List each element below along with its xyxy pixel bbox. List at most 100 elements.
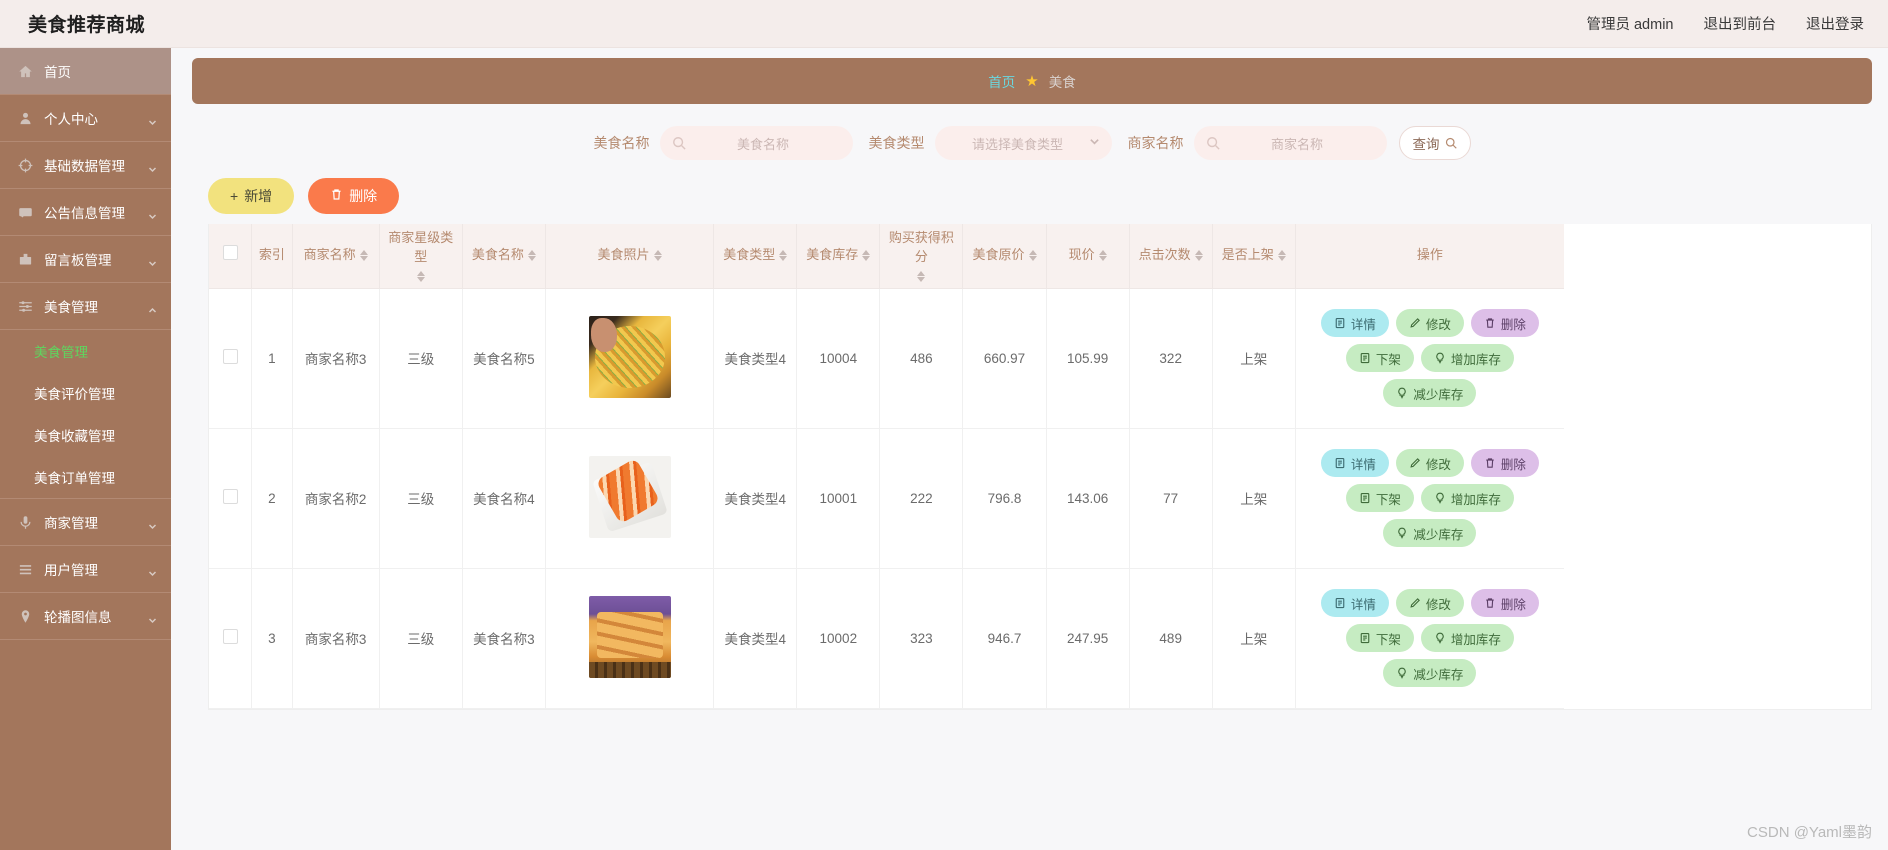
th-current-price[interactable]: 现价: [1046, 224, 1130, 289]
search-icon: [672, 136, 686, 150]
th-merchant-star-type[interactable]: 商家星级类型: [379, 224, 463, 289]
th-food-stock[interactable]: 美食库存: [796, 224, 881, 289]
row-op-3-button[interactable]: 删除: [1470, 449, 1539, 477]
logout-link[interactable]: 退出登录: [1806, 13, 1864, 34]
table-body: 1 商家名称3 三级 美食名称5 美食类型4 10004 486 660.97 105.99 32…: [209, 288, 1564, 709]
trash-icon: [330, 188, 343, 204]
sort-icon[interactable]: [527, 250, 536, 262]
sidebar-item-message-board[interactable]: 留言板管理: [0, 236, 171, 283]
add-button[interactable]: + 新增: [208, 178, 295, 214]
sort-icon[interactable]: [1028, 250, 1037, 262]
row-checkbox[interactable]: [222, 349, 238, 364]
row-checkbox[interactable]: [222, 489, 238, 504]
sidebar-subitem-food-management[interactable]: 美食管理: [0, 330, 171, 372]
row-op-4-button[interactable]: 下架: [1345, 344, 1414, 372]
row-op-3-button[interactable]: 删除: [1470, 309, 1539, 337]
sidebar-item-personal-center[interactable]: 个人中心: [0, 95, 171, 142]
row-op-6-button[interactable]: 减少库存: [1383, 379, 1477, 407]
th-food-name[interactable]: 美食名称: [462, 224, 546, 289]
cell-is-on-shelf: 上架: [1212, 288, 1296, 429]
row-op-2-button[interactable]: 修改: [1395, 309, 1464, 337]
th-click-count[interactable]: 点击次数: [1129, 224, 1213, 289]
row-op-1-button[interactable]: 详情: [1320, 449, 1389, 477]
th-merchant-name[interactable]: 商家名称: [292, 224, 380, 289]
delete-button[interactable]: 删除: [308, 178, 400, 214]
cell-click-count: 322: [1129, 288, 1213, 429]
sidebar-label-user-management: 用户管理: [44, 563, 98, 578]
sort-icon[interactable]: [1277, 250, 1286, 262]
pin-icon: [16, 607, 34, 625]
select-food-type[interactable]: 请选择美食类型: [934, 126, 1112, 160]
th-food-photo[interactable]: 美食照片: [545, 224, 715, 289]
cell-merchant-name: 商家名称3: [292, 288, 380, 429]
row-op-6-button[interactable]: 减少库存: [1383, 519, 1477, 547]
row-checkbox[interactable]: [222, 629, 238, 644]
sidebar-subitem-food-review[interactable]: 美食评价管理: [0, 372, 171, 414]
row-op-6-button[interactable]: 减少库存: [1383, 659, 1477, 687]
search-input-food-name-placeholder: 美食名称: [736, 136, 789, 152]
th-food-type[interactable]: 美食类型: [713, 224, 798, 289]
cell-food-photo: [545, 288, 715, 429]
sidebar-item-home[interactable]: 首页: [0, 48, 171, 95]
cell-select: [209, 288, 253, 429]
sort-icon[interactable]: [1194, 250, 1203, 262]
th-is-on-shelf[interactable]: 是否上架: [1212, 224, 1296, 289]
cell-original-price: 946.7: [962, 568, 1047, 709]
row-op-5-button[interactable]: 增加库存: [1420, 484, 1514, 512]
sidebar-subitem-food-order[interactable]: 美食订单管理: [0, 456, 171, 498]
sort-icon[interactable]: [416, 271, 425, 283]
row-op-2-button[interactable]: 修改: [1395, 589, 1464, 617]
user-icon: [16, 109, 34, 127]
sort-icon[interactable]: [359, 250, 368, 262]
exit-to-frontend-link[interactable]: 退出到前台: [1704, 13, 1777, 34]
sidebar-item-user-management[interactable]: 用户管理: [0, 546, 171, 593]
row-op-1-button[interactable]: 详情: [1320, 309, 1389, 337]
sidebar-label-message-board: 留言板管理: [44, 253, 112, 268]
sidebar-item-carousel[interactable]: 轮播图信息: [0, 593, 171, 640]
bulb-icon: [1434, 632, 1446, 644]
sidebar-item-merchant-management[interactable]: 商家管理: [0, 499, 171, 546]
sort-icon[interactable]: [1098, 250, 1107, 262]
sidebar-item-announcement[interactable]: 公告信息管理: [0, 189, 171, 236]
pencil-icon: [1409, 597, 1421, 609]
search-button[interactable]: 查询: [1398, 126, 1471, 160]
trash-icon: [1484, 317, 1496, 329]
th-operations: 操作: [1295, 224, 1564, 289]
row-op-4-button[interactable]: 下架: [1345, 484, 1414, 512]
cell-index: 3: [251, 568, 293, 709]
sidebar-item-food-management[interactable]: 美食管理: [0, 283, 171, 330]
doc-icon: [1359, 352, 1371, 364]
row-op-1-button[interactable]: 详情: [1320, 589, 1389, 617]
mic-icon: [16, 513, 34, 531]
admin-user-label[interactable]: 管理员 admin: [1586, 13, 1673, 34]
sort-icon[interactable]: [779, 250, 788, 262]
th-original-price[interactable]: 美食原价: [962, 224, 1047, 289]
header-nav: 管理员 admin 退出到前台 退出登录: [1586, 13, 1864, 34]
select-all-checkbox[interactable]: [222, 245, 238, 261]
row-op-3-button[interactable]: 删除: [1470, 589, 1539, 617]
th-purchase-points[interactable]: 购买获得积分: [879, 224, 964, 289]
sort-icon[interactable]: [653, 250, 662, 262]
sidebar-item-basic-data[interactable]: 基础数据管理: [0, 142, 171, 189]
row-op-5-button[interactable]: 增加库存: [1420, 344, 1514, 372]
filter-bar: 美食名称 美食名称 美食类型 请选择美食类型 商家名称 商家名称 查询: [192, 112, 1872, 174]
sidebar-label-merchant-management: 商家管理: [44, 516, 98, 531]
row-op-4-button[interactable]: 下架: [1345, 624, 1414, 652]
cell-click-count: 489: [1129, 568, 1213, 709]
search-input-merchant-name[interactable]: 商家名称: [1193, 126, 1387, 160]
list-icon: [16, 560, 34, 578]
th-merchant-star-type-label: 商家星级类型: [388, 230, 454, 265]
sidebar-subitem-food-favorite[interactable]: 美食收藏管理: [0, 414, 171, 456]
row-op-2-button[interactable]: 修改: [1395, 449, 1464, 477]
board-icon: [16, 250, 34, 268]
search-input-food-name[interactable]: 美食名称: [659, 126, 853, 160]
row-op-label: 修改: [1425, 457, 1451, 472]
sort-icon[interactable]: [917, 271, 926, 283]
cell-select: [209, 568, 253, 709]
food-pancake[interactable]: [588, 315, 671, 398]
food-pastry[interactable]: [588, 595, 671, 678]
breadcrumb-home[interactable]: 首页: [988, 71, 1015, 91]
sort-icon[interactable]: [862, 250, 871, 262]
row-op-5-button[interactable]: 增加库存: [1420, 624, 1514, 652]
food-sushi[interactable]: [588, 455, 671, 538]
